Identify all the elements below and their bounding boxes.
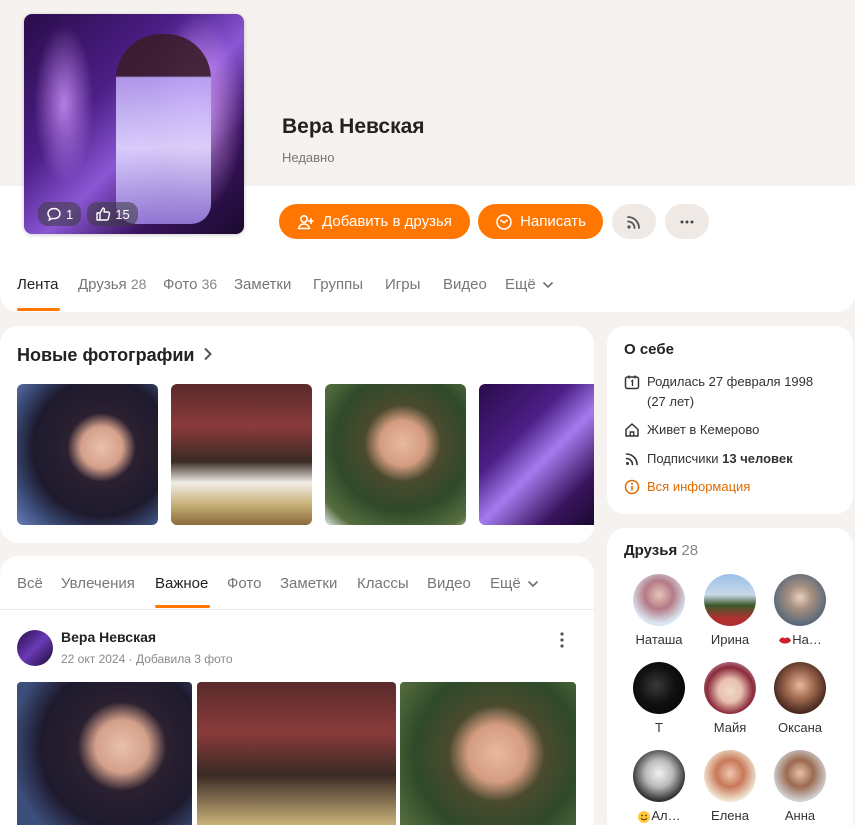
chevron-down-icon <box>542 281 554 289</box>
comment-icon <box>47 207 61 222</box>
divider <box>0 609 594 610</box>
feed-tab-all[interactable]: Всё <box>17 575 43 592</box>
avatar-likes-counter[interactable]: 15 <box>87 202 138 226</box>
feed-tab-classes[interactable]: Классы <box>357 575 409 592</box>
write-message-label: Написать <box>520 213 586 230</box>
all-info-link[interactable]: Вся информация <box>624 477 750 497</box>
avatar <box>633 574 685 626</box>
avatar <box>633 750 685 802</box>
more-vertical-icon <box>560 632 564 648</box>
avatar <box>774 662 826 714</box>
tab-photos[interactable]: Фото 36 <box>163 276 217 293</box>
friend-item[interactable]: Наташа <box>624 574 694 647</box>
about-birthday: Родилась 27 февраля 1998 (27 лет) <box>624 372 813 412</box>
home-icon <box>625 423 639 437</box>
avatar <box>774 750 826 802</box>
feed-tab-photo[interactable]: Фото <box>227 575 261 592</box>
tab-more[interactable]: Ещё <box>505 276 554 293</box>
post-photo[interactable] <box>400 682 576 825</box>
about-city: Живет в Кемерово <box>624 420 759 440</box>
friend-item[interactable]: Анна <box>765 750 835 823</box>
about-title: О себе <box>624 341 674 358</box>
about-followers[interactable]: Подписчики 13 человек <box>624 449 793 469</box>
tab-notes[interactable]: Заметки <box>234 276 291 293</box>
chevron-right-icon <box>204 347 213 361</box>
lips-emoji-icon <box>779 637 792 644</box>
friends-title[interactable]: Друзья 28 <box>624 542 698 559</box>
feed-tab-more[interactable]: Ещё <box>490 575 539 592</box>
avatar <box>633 662 685 714</box>
tab-games[interactable]: Игры <box>385 276 420 293</box>
friend-item[interactable]: Оксана <box>765 662 835 735</box>
post-photo[interactable] <box>197 682 396 825</box>
friend-item[interactable]: На… <box>765 574 835 647</box>
calendar-icon <box>624 375 640 390</box>
friend-item[interactable]: Ирина <box>695 574 765 647</box>
active-feed-tab-indicator <box>155 605 210 608</box>
post-author-name[interactable]: Вера Невская <box>61 629 156 645</box>
thumbs-up-icon <box>96 207 111 221</box>
chevron-down-icon <box>527 580 539 588</box>
profile-name: Вера Невская <box>282 115 425 138</box>
active-tab-indicator <box>17 308 60 311</box>
friend-item[interactable]: Майя <box>695 662 765 735</box>
feed-tab-important[interactable]: Важное <box>155 575 208 592</box>
post-photo[interactable] <box>17 682 192 825</box>
post-meta: 22 окт 2024 · Добавила 3 фото <box>61 652 233 666</box>
feed-tab-video[interactable]: Видео <box>427 575 471 592</box>
avatar <box>704 574 756 626</box>
avatar-comments-counter[interactable]: 1 <box>38 202 82 226</box>
tab-groups[interactable]: Группы <box>313 276 363 293</box>
add-friend-button[interactable]: Добавить в друзья <box>279 204 470 239</box>
more-actions-button[interactable] <box>665 204 709 239</box>
add-user-icon <box>297 214 315 229</box>
avatar <box>774 574 826 626</box>
feed-tab-hobbies[interactable]: Увлечения <box>61 575 135 592</box>
rss-icon <box>625 453 638 466</box>
post-menu-button[interactable] <box>553 630 571 650</box>
subscribe-button[interactable] <box>612 204 656 239</box>
photo-thumbnail[interactable] <box>17 384 158 525</box>
feed-tab-notes[interactable]: Заметки <box>280 575 337 592</box>
add-friend-label: Добавить в друзья <box>322 213 452 230</box>
friend-item[interactable]: Т <box>624 662 694 735</box>
comments-count: 1 <box>66 206 74 222</box>
post-author-avatar[interactable] <box>17 630 53 666</box>
tab-video[interactable]: Видео <box>443 276 487 293</box>
tab-friends[interactable]: Друзья 28 <box>78 276 146 293</box>
rss-icon <box>627 215 640 229</box>
more-dots-icon <box>680 220 694 223</box>
avatar <box>704 750 756 802</box>
info-icon <box>624 479 640 495</box>
online-status: Недавно <box>282 150 335 165</box>
avatar <box>704 662 756 714</box>
photo-thumbnail[interactable] <box>171 384 312 525</box>
message-icon <box>496 213 512 230</box>
profile-avatar[interactable]: 1 15 <box>24 14 244 234</box>
photo-thumbnail[interactable] <box>325 384 466 525</box>
tab-feed[interactable]: Лента <box>17 276 59 293</box>
photo-thumbnail[interactable] <box>479 384 594 525</box>
write-message-button[interactable]: Написать <box>478 204 603 239</box>
likes-count: 15 <box>115 206 130 222</box>
new-photos-title[interactable]: Новые фотографии <box>17 345 213 366</box>
smile-emoji-icon <box>638 810 651 823</box>
friend-item[interactable]: Ал… <box>624 750 694 824</box>
friend-item[interactable]: Елена <box>695 750 765 823</box>
